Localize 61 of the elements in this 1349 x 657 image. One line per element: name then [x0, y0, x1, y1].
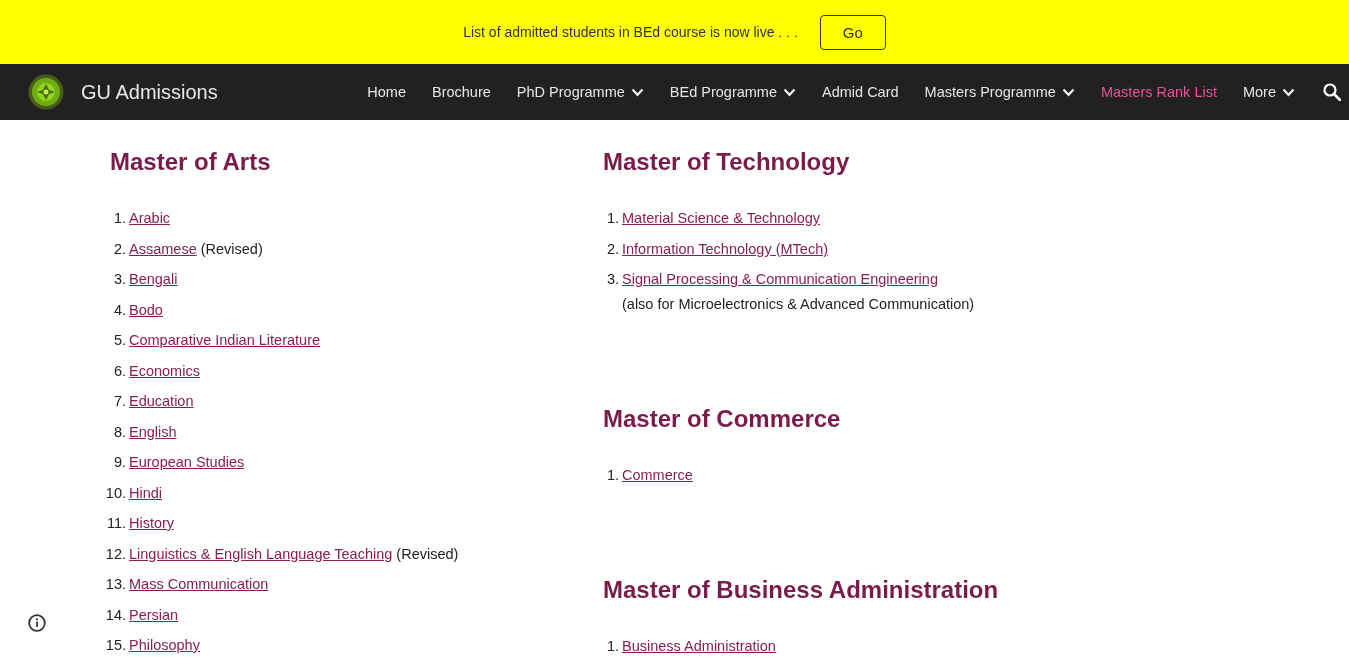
course-link[interactable]: Commerce [622, 465, 693, 485]
course-link[interactable]: History [129, 513, 175, 533]
course-link[interactable]: Hindi [129, 482, 163, 503]
course-link[interactable]: Bengali [129, 269, 178, 289]
course-link[interactable]: Business Administration [622, 636, 776, 656]
list-number: 1. [605, 209, 619, 228]
list-number: 12. [104, 544, 126, 564]
course-link[interactable]: Arabic [129, 208, 171, 228]
banner-message: List of admitted students in BEd course is now live . . . [463, 24, 798, 40]
site-title[interactable]: GU Admissions [81, 80, 218, 104]
course-link[interactable]: Persian [129, 604, 179, 625]
list-number: 1. [112, 209, 126, 228]
course-link[interactable]: Information Technology (MTech) [622, 238, 829, 259]
course-detail: (also for Microelectronics & Advanced Communication) [621, 295, 976, 314]
list-number: 2. [605, 239, 619, 259]
course-link[interactable]: Philosophy [129, 635, 200, 655]
course-link[interactable]: Bodo [129, 299, 163, 320]
course-link[interactable]: Economics [129, 360, 200, 381]
info-icon[interactable] [28, 614, 46, 632]
round-seal-icon[interactable] [28, 74, 64, 110]
course-link[interactable]: Education [129, 391, 194, 411]
list-number: 8. [112, 422, 126, 442]
list-number: 9. [112, 453, 126, 472]
course-link[interactable]: Comparative Indian Literature [129, 330, 321, 350]
nav-item[interactable]: PhD Programme [516, 84, 644, 100]
list-number: 15. [104, 636, 126, 655]
nav-item[interactable]: More [1242, 84, 1295, 100]
nav-item[interactable]: BEd Programme [669, 84, 796, 100]
list-number: 10. [104, 483, 126, 503]
list-number: 14. [104, 605, 126, 625]
list-number: 13. [104, 575, 126, 594]
course-link[interactable]: Assamese [129, 238, 197, 259]
go-button[interactable]: Go [819, 14, 886, 50]
section-heading: Master of Technology [602, 147, 851, 177]
nav-item[interactable]: Masters Programme [924, 84, 1075, 100]
course-note: (Revised) [396, 544, 459, 564]
course-link[interactable]: European Studies [129, 452, 245, 472]
course-link[interactable]: Linguistics & English Language Teaching [129, 543, 393, 564]
section-heading: Master of Commerce [602, 404, 842, 434]
list-number: 11. [105, 514, 126, 533]
nav-item[interactable]: Admid Card [822, 84, 899, 100]
list-number: 6. [112, 361, 126, 381]
list-number: 5. [112, 331, 126, 350]
course-link[interactable]: Material Science & Technology [622, 208, 820, 228]
course-link[interactable]: English [129, 421, 177, 442]
search-icon[interactable] [1323, 83, 1341, 101]
list-number: 3. [605, 270, 619, 289]
list-number: 3. [112, 270, 126, 289]
section-heading: Master of Arts [109, 147, 272, 177]
list-number: 1. [605, 466, 619, 485]
list-number: 7. [112, 392, 126, 411]
nav-item[interactable]: Home [367, 84, 406, 100]
list-number: 1. [605, 637, 619, 656]
course-note: (Revised) [200, 239, 263, 259]
list-number: 2. [112, 239, 126, 259]
nav-item[interactable]: Masters Rank List [1100, 84, 1217, 100]
section-heading: Master of Business Administration [602, 575, 1000, 605]
nav-item[interactable]: Brochure [432, 84, 491, 100]
course-link[interactable]: Signal Processing & Communication Engineering [622, 269, 938, 289]
list-number: 4. [112, 300, 126, 320]
course-link[interactable]: Mass Communication [129, 574, 269, 594]
